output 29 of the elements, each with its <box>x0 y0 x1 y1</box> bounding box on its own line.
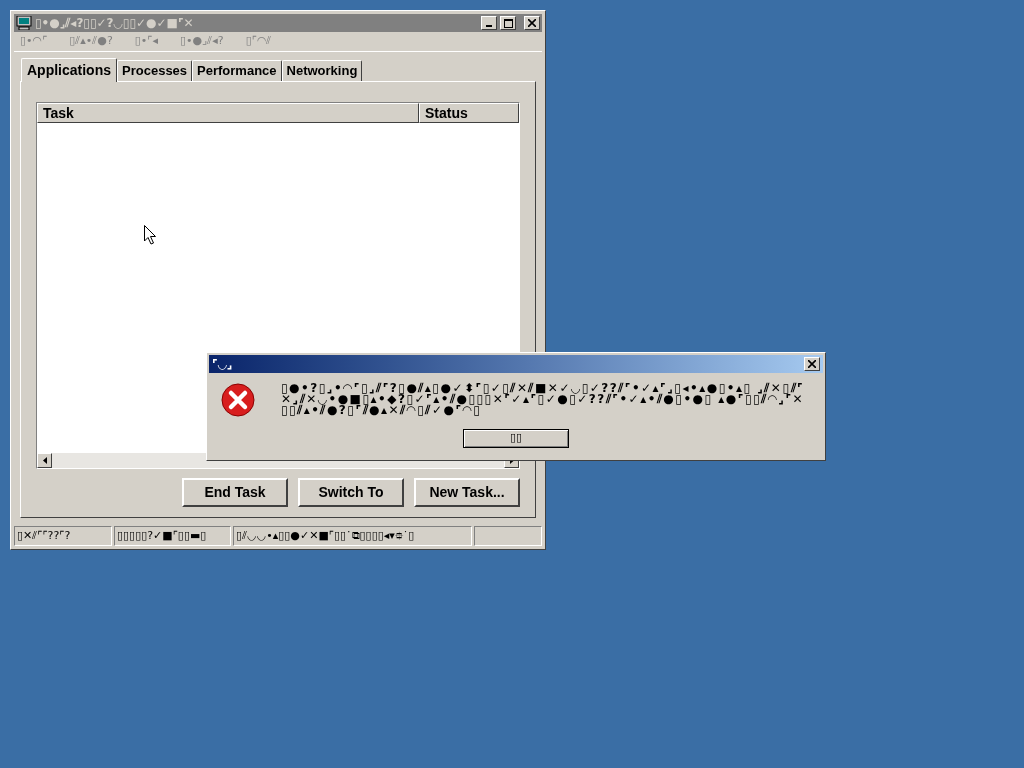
status-pane: ▯✕⫽⌜⌜??⌜? <box>14 526 112 546</box>
action-button[interactable]: New Task... <box>414 478 520 507</box>
column-header[interactable]: Task <box>37 103 419 123</box>
tab[interactable]: Performance <box>192 60 282 81</box>
scroll-left-button[interactable] <box>37 453 52 468</box>
error-icon <box>221 383 255 417</box>
ok-button[interactable]: ▯▯ <box>463 429 569 448</box>
tab[interactable]: Applications <box>21 58 117 82</box>
status-pane: ▯⫽◡◡•▴▯▯●✓✕■⌜▯▯˙⧉▯▯▯▯◂▾⯐˙▯ <box>233 526 472 546</box>
tab[interactable]: Networking <box>281 60 363 81</box>
status-pane <box>474 526 542 546</box>
close-button[interactable] <box>804 357 820 371</box>
close-icon <box>808 360 816 368</box>
status-pane: ▯▯▯▯▯?✓■⌜▯▯▬▯ <box>114 526 231 546</box>
maximize-button[interactable] <box>500 16 516 30</box>
cursor-icon <box>144 225 157 245</box>
left-arrow-icon <box>42 457 47 464</box>
maximize-icon <box>503 18 513 28</box>
tab[interactable]: Processes <box>117 60 193 81</box>
minimize-button[interactable] <box>481 16 497 30</box>
action-button[interactable]: End Task <box>182 478 288 507</box>
action-button[interactable]: Switch To <box>298 478 404 507</box>
close-button[interactable] <box>524 16 540 30</box>
monitor-icon <box>16 16 32 30</box>
column-header[interactable]: Status <box>419 103 519 123</box>
window-title: ▯•●⌟⫽◂?▯▯✓?◡▯▯✓●✓■⌜✕ <box>35 15 195 32</box>
error-message: ▯●•?▯⌟•◠⌜▯⌟⫽⌜?▯●⫽▴▯●✓⬍⌜▯✓▯⫽✕⫽■✕✓◡▯✓??⫽⌜•✓▴⌜⌟▯◂•▴●▯•▴▯ ⌟⫽✕▯⫽⌜✕⌟⫽✕◡•●■▯▴•◆?▯✓⌜▴•⫽●▯▯▯✕⌜✓▴⌜▯✓●▯✓??⫽⌜•✓▴•⫽●▯•●▯ ▴●⌜▯▯⫽◠⌟⌜✕▯▯⫽▴•⫽●?▯⌜⫽●▴✕⫽◠▯⫽✓●⌜◠▯ <box>281 383 806 417</box>
close-icon <box>528 19 536 27</box>
dialog-title: ⌜◡⌟ <box>212 356 234 373</box>
